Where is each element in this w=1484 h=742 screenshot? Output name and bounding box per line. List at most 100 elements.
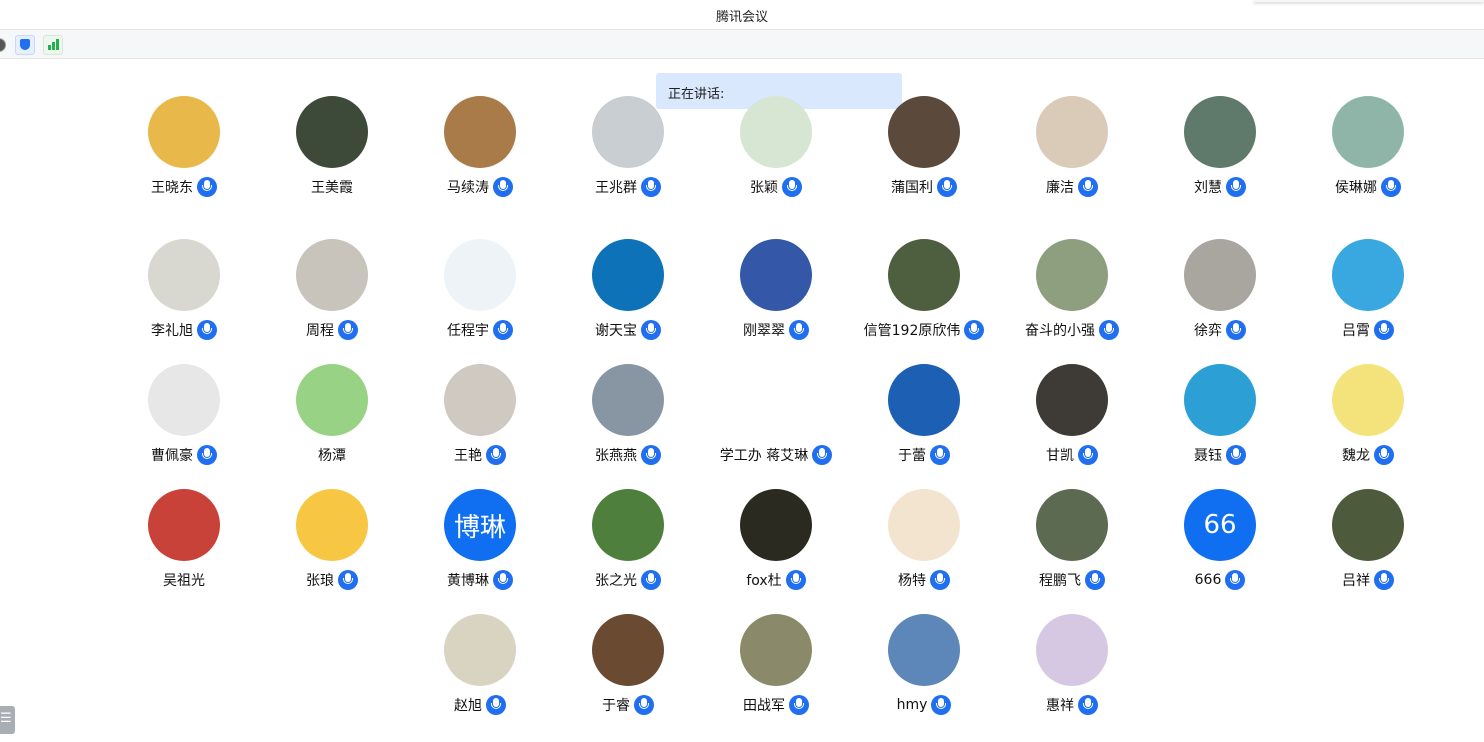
microphone-icon[interactable] <box>1374 445 1394 465</box>
microphone-icon[interactable] <box>1374 570 1394 590</box>
participant-tile[interactable]: 惠祥 <box>998 614 1146 724</box>
microphone-icon[interactable] <box>1374 320 1394 340</box>
participant-tile[interactable]: 吴祖光 <box>110 489 258 599</box>
participant-tile[interactable]: 蒲国利 <box>850 96 998 224</box>
participant-tile[interactable]: 程鹏飞 <box>998 489 1146 599</box>
participant-tile[interactable]: hmy <box>850 614 998 724</box>
microphone-icon[interactable] <box>493 570 513 590</box>
microphone-icon[interactable] <box>197 177 217 197</box>
participant-tile[interactable]: 李礼旭 <box>110 239 258 349</box>
participant-tile[interactable]: 杨潭 <box>258 364 406 474</box>
microphone-icon[interactable] <box>1226 177 1246 197</box>
avatar <box>888 489 960 561</box>
microphone-icon[interactable] <box>641 177 661 197</box>
participant-name-row: hmy <box>840 694 1008 716</box>
participant-tile[interactable]: 周程 <box>258 239 406 349</box>
microphone-icon[interactable] <box>197 320 217 340</box>
participant-name-row: 曹佩豪 <box>100 444 268 466</box>
participant-tile[interactable]: 田战军 <box>702 614 850 724</box>
microphone-icon[interactable] <box>930 445 950 465</box>
participant-name: 张燕燕 <box>595 448 637 464</box>
participant-tile[interactable]: 张颖 <box>702 96 850 224</box>
microphone-icon[interactable] <box>493 177 513 197</box>
participant-tile[interactable]: 刚翠翠 <box>702 239 850 349</box>
participant-tile[interactable]: 奋斗的小强 <box>998 239 1146 349</box>
participant-name: 吴祖光 <box>163 573 205 589</box>
participant-tile[interactable]: 谢天宝 <box>554 239 702 349</box>
participant-tile[interactable]: 赵旭 <box>406 614 554 724</box>
microphone-icon[interactable] <box>785 570 806 590</box>
avatar <box>1036 364 1108 436</box>
participant-tile[interactable]: 甘凯 <box>998 364 1146 474</box>
participant-tile[interactable]: 曹佩豪 <box>110 364 258 474</box>
microphone-icon[interactable] <box>1381 177 1401 197</box>
participant-tile[interactable]: 学工办 蒋艾琳 <box>702 364 850 474</box>
participant-tile[interactable]: 吕祥 <box>1294 489 1442 599</box>
participant-tile[interactable]: 王兆群 <box>554 96 702 224</box>
microphone-icon[interactable] <box>1078 177 1098 197</box>
microphone-icon[interactable] <box>782 177 802 197</box>
microphone-icon[interactable] <box>338 570 358 590</box>
participant-name-row: 吕霄 <box>1284 319 1452 341</box>
microphone-icon[interactable] <box>641 320 661 340</box>
participant-tile[interactable]: 聂钰 <box>1146 364 1294 474</box>
microphone-icon[interactable] <box>789 695 809 715</box>
microphone-icon[interactable] <box>338 320 358 340</box>
participant-tile[interactable]: 杨特 <box>850 489 998 599</box>
participant-tile[interactable]: 张燕燕 <box>554 364 702 474</box>
participant-name-row: 张颖 <box>692 176 860 198</box>
participant-tile[interactable]: 吕霄 <box>1294 239 1442 349</box>
microphone-icon[interactable] <box>197 445 217 465</box>
menu-toggle-button[interactable] <box>0 706 15 734</box>
microphone-icon[interactable] <box>493 320 513 340</box>
microphone-icon[interactable] <box>641 570 661 590</box>
participant-tile[interactable]: 张之光 <box>554 489 702 599</box>
avatar: 博琳 <box>444 489 516 561</box>
microphone-icon[interactable] <box>1226 445 1246 465</box>
avatar <box>444 96 516 168</box>
avatar-initials: 博琳 <box>453 512 506 543</box>
participant-name-row: 赵旭 <box>396 694 564 716</box>
participant-tile[interactable]: 马续涛 <box>406 96 554 224</box>
avatar <box>740 239 812 311</box>
microphone-icon[interactable] <box>812 445 833 465</box>
microphone-icon[interactable] <box>1085 570 1105 590</box>
participant-tile[interactable]: 刘慧 <box>1146 96 1294 224</box>
microphone-icon[interactable] <box>931 695 952 715</box>
participant-name: 徐弈 <box>1194 323 1222 339</box>
participant-grid: 王晓东 王美霞 马续涛 王兆群 张颖 蒲国利 廉洁 刘慧 侯琳娜李礼旭 周程 任程宇 谢天宝 刚翠翠 信管… <box>0 0 1484 742</box>
participant-tile[interactable]: fox杜 <box>702 489 850 599</box>
participant-tile[interactable]: 王美霞 <box>258 96 406 224</box>
microphone-icon[interactable] <box>486 695 506 715</box>
microphone-icon[interactable] <box>937 177 957 197</box>
avatar <box>148 489 220 561</box>
microphone-icon[interactable] <box>486 445 506 465</box>
microphone-icon[interactable] <box>634 695 654 715</box>
participant-tile[interactable]: 廉洁 <box>998 96 1146 224</box>
microphone-icon[interactable] <box>789 320 809 340</box>
microphone-icon[interactable] <box>1226 320 1246 340</box>
participant-tile[interactable]: 博琳 黄博琳 <box>406 489 554 599</box>
microphone-icon[interactable] <box>1225 570 1246 590</box>
microphone-icon[interactable] <box>964 320 985 340</box>
participant-name-row: 任程宇 <box>396 319 564 341</box>
microphone-icon[interactable] <box>1078 445 1098 465</box>
participant-tile[interactable]: 66 666 <box>1146 489 1294 599</box>
participant-tile[interactable]: 张琅 <box>258 489 406 599</box>
microphone-icon[interactable] <box>1099 320 1119 340</box>
participant-tile[interactable]: 徐弈 <box>1146 239 1294 349</box>
microphone-icon[interactable] <box>641 445 661 465</box>
microphone-icon[interactable] <box>930 570 950 590</box>
avatar <box>1036 614 1108 686</box>
participant-tile[interactable]: 魏龙 <box>1294 364 1442 474</box>
participant-tile[interactable]: 于睿 <box>554 614 702 724</box>
participant-tile[interactable]: 于蕾 <box>850 364 998 474</box>
participant-name: 于睿 <box>602 698 630 714</box>
microphone-icon[interactable] <box>1078 695 1098 715</box>
participant-tile[interactable]: 侯琳娜 <box>1294 96 1442 224</box>
participant-tile[interactable]: 信管192原欣伟 <box>850 239 998 349</box>
participant-tile[interactable]: 王艳 <box>406 364 554 474</box>
participant-tile[interactable]: 王晓东 <box>110 96 258 224</box>
participant-tile[interactable]: 任程宇 <box>406 239 554 349</box>
participant-name: 吕祥 <box>1342 573 1370 589</box>
